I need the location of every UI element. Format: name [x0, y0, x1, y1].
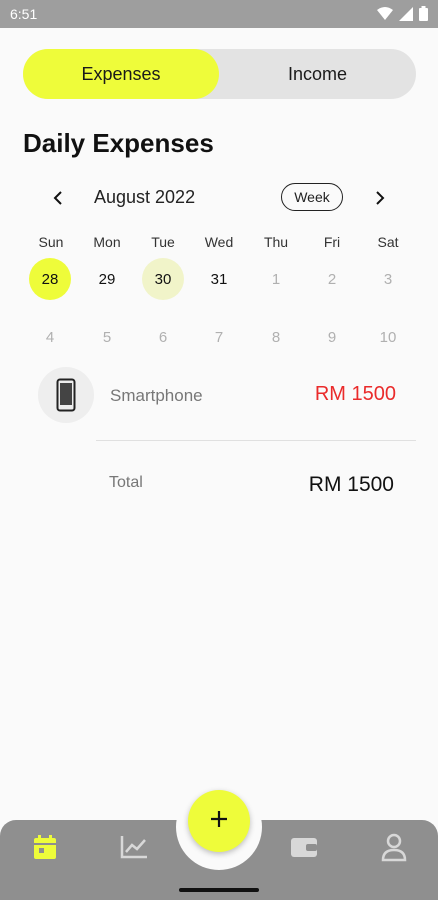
smartphone-icon: [38, 367, 94, 423]
weekday-label: Thu: [263, 234, 289, 250]
weekday-label: Sun: [38, 234, 64, 250]
total-label: Total: [109, 474, 143, 491]
month-navigation: August 2022 Week: [0, 180, 438, 216]
calendar-day[interactable]: 7: [198, 316, 240, 358]
month-label: August 2022: [94, 187, 196, 207]
expense-item-amount: RM 1500: [314, 383, 396, 405]
chart-icon: [119, 834, 149, 865]
nav-profile[interactable]: [379, 832, 409, 867]
calendar-day-selected[interactable]: 28: [29, 258, 71, 300]
chevron-left-icon[interactable]: [46, 186, 70, 210]
weekday-label: Tue: [151, 234, 175, 250]
total-value: RM 1500: [308, 473, 394, 496]
weekday-label: Mon: [93, 234, 121, 250]
add-expense-button[interactable]: [188, 790, 250, 852]
page-title: Daily Expenses: [23, 128, 214, 158]
nav-statistics[interactable]: [119, 834, 149, 864]
calendar-day[interactable]: 6: [142, 316, 184, 358]
calendar-day[interactable]: 8: [255, 316, 297, 358]
tab-income[interactable]: Income: [219, 49, 416, 99]
wallet-icon: [289, 834, 319, 865]
weekday-label: Fri: [323, 234, 341, 250]
battery-icon: [419, 6, 428, 26]
calendar-day[interactable]: 3: [367, 258, 409, 300]
calendar-day[interactable]: 1: [255, 258, 297, 300]
calendar-day[interactable]: 9: [311, 316, 353, 358]
tab-expenses[interactable]: Expenses: [23, 49, 219, 99]
calendar-day[interactable]: 31: [198, 258, 240, 300]
plus-icon: [210, 810, 228, 833]
signal-icon: [399, 6, 413, 26]
calendar-day[interactable]: 10: [367, 316, 409, 358]
calendar-day[interactable]: 4: [29, 316, 71, 358]
weekday-label: Wed: [204, 234, 234, 250]
calendar-day-highlighted[interactable]: 30: [142, 258, 184, 300]
nav-calendar[interactable]: [30, 834, 60, 864]
week-view-button[interactable]: Week: [281, 183, 343, 211]
chevron-right-icon[interactable]: [368, 186, 392, 210]
weekday-label: Sat: [377, 234, 399, 250]
wifi-icon: [377, 6, 393, 26]
calendar-day[interactable]: 29: [86, 258, 128, 300]
profile-icon: [380, 832, 408, 867]
divider: [96, 440, 416, 441]
calendar-day[interactable]: 2: [311, 258, 353, 300]
home-indicator[interactable]: [179, 888, 259, 892]
type-toggle: Expenses Income: [23, 49, 416, 99]
calendar-icon: [31, 833, 59, 866]
expense-item-name[interactable]: Smartphone: [110, 386, 203, 406]
calendar-day[interactable]: 5: [86, 316, 128, 358]
nav-wallet[interactable]: [289, 834, 319, 864]
status-icons: [377, 6, 428, 26]
status-bar: 6:51: [0, 0, 438, 28]
status-time: 6:51: [10, 6, 38, 22]
